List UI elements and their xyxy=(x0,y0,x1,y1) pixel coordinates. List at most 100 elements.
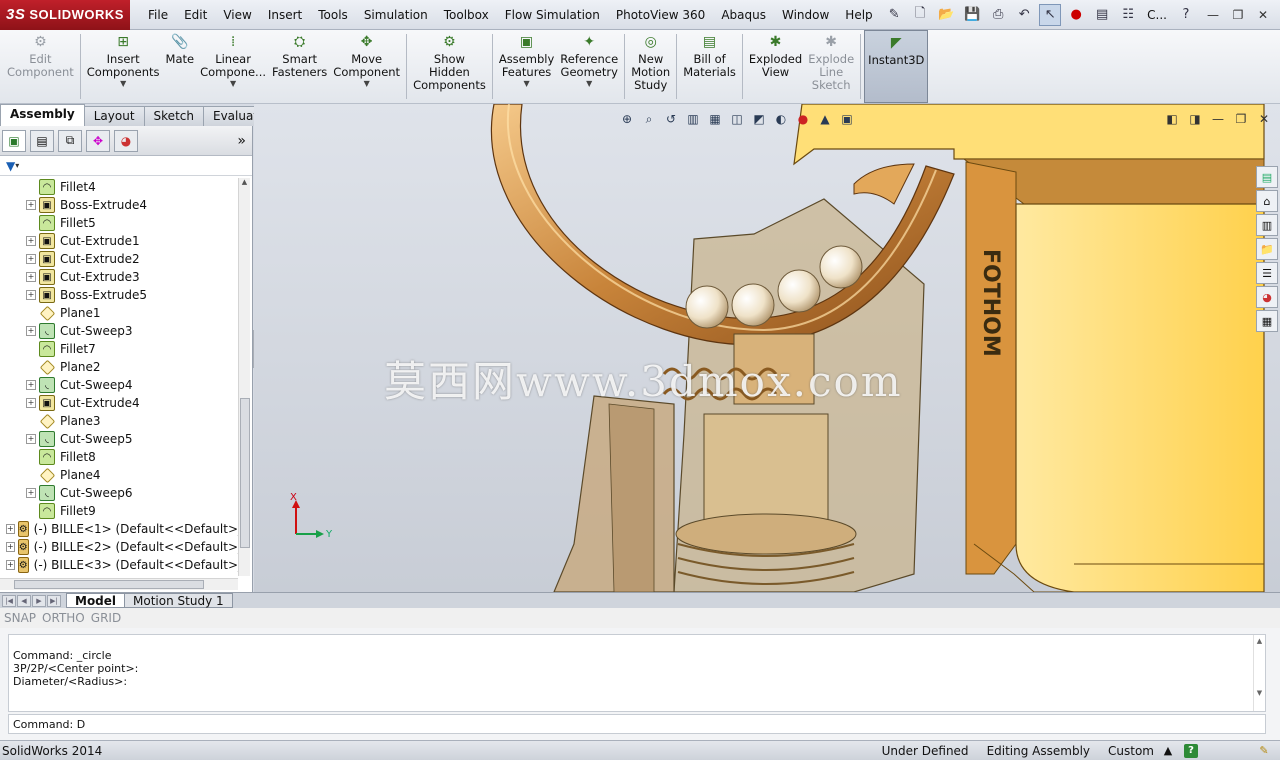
tab-assembly[interactable]: Assembly xyxy=(0,104,85,126)
menu-view[interactable]: View xyxy=(215,0,259,30)
expand-node-icon[interactable]: + xyxy=(26,398,36,408)
undo-icon[interactable]: ↶ xyxy=(1013,4,1035,26)
mate-button[interactable]: 📎 Mate xyxy=(163,30,198,103)
close-window-icon[interactable]: ✕ xyxy=(1252,6,1274,24)
help-icon[interactable]: ? xyxy=(1175,4,1197,26)
linear-pattern-button[interactable]: ⁞ Linear Compone... ▼ xyxy=(197,30,269,103)
menu-insert[interactable]: Insert xyxy=(260,0,310,30)
tree-item[interactable]: + ◟ Cut-Sweep4 xyxy=(0,376,238,394)
expand-node-icon[interactable]: + xyxy=(26,236,36,246)
restore-window-icon[interactable]: ❐ xyxy=(1227,6,1249,24)
tree-item[interactable]: + ▣ Boss-Extrude4 xyxy=(0,196,238,214)
tree-horizontal-scroll-thumb[interactable] xyxy=(14,580,204,589)
insert-components-button[interactable]: ⊞ Insert Components ▼ xyxy=(84,30,163,103)
expand-node-icon[interactable]: + xyxy=(26,326,36,336)
expand-node-icon[interactable]: + xyxy=(26,290,36,300)
zoom-to-fit-icon[interactable]: ⊕ xyxy=(616,110,638,128)
file-explorer-icon[interactable]: 📁 xyxy=(1256,238,1278,260)
expand-node-icon[interactable]: + xyxy=(6,560,15,570)
menu-edit[interactable]: Edit xyxy=(176,0,215,30)
tree-item[interactable]: Plane3 xyxy=(0,412,238,430)
view-palette-icon[interactable]: ☰ xyxy=(1256,262,1278,284)
reference-geometry-button[interactable]: ✦ Reference Geometry ▼ xyxy=(557,30,621,103)
command-history-scrollbar[interactable]: ▲ ▼ xyxy=(1253,635,1265,711)
expand-node-icon[interactable]: + xyxy=(26,254,36,264)
dropdown-arrow-icon[interactable]: ▼ xyxy=(523,79,529,88)
tree-item[interactable]: Plane2 xyxy=(0,358,238,376)
move-component-button[interactable]: ✥ Move Component ▼ xyxy=(330,30,403,103)
tree-vertical-scroll-thumb[interactable] xyxy=(240,398,250,548)
display-style-icon[interactable]: ◩ xyxy=(748,110,770,128)
dropdown-arrow-icon[interactable]: ▼ xyxy=(120,79,126,88)
tree-item[interactable]: +⚙ (-) BILLE<2> (Default<<Default>_Pho xyxy=(0,538,238,556)
bill-of-materials-button[interactable]: ▤ Bill of Materials xyxy=(680,30,739,103)
zoom-to-area-icon[interactable]: ⌕ xyxy=(638,110,660,128)
menu-help[interactable]: Help xyxy=(837,0,880,30)
assembly-features-button[interactable]: ▣ Assembly Features ▼ xyxy=(496,30,557,103)
tile-left-icon[interactable]: ◧ xyxy=(1162,110,1182,128)
command-input[interactable]: Command: D xyxy=(8,714,1266,734)
expand-node-icon[interactable]: + xyxy=(26,200,36,210)
solidworks-resources-icon[interactable]: ▤ xyxy=(1256,166,1278,188)
options-icon[interactable]: ☷ xyxy=(1117,4,1139,26)
tree-item[interactable]: + ▣ Cut-Extrude1 xyxy=(0,232,238,250)
expand-node-icon[interactable]: + xyxy=(26,488,36,498)
tree-item[interactable]: +⚙ (-) BILLE<3> (Default<<Default>_Pho xyxy=(0,556,238,574)
view-orientation-icon[interactable]: ◫ xyxy=(726,110,748,128)
menu-toolbox[interactable]: Toolbox xyxy=(436,0,497,30)
tree-item[interactable]: + ◟ Cut-Sweep6 xyxy=(0,484,238,502)
tile-right-icon[interactable]: ◨ xyxy=(1185,110,1205,128)
apply-scene-icon[interactable]: ▲ xyxy=(814,110,836,128)
graphics-area[interactable]: FOTHOM 莫西网www.3dmox.com X Y ⊕ ⌕ ↺ ▥ ▦ ◫ … xyxy=(254,104,1280,592)
smart-fasteners-button[interactable]: ⛭ Smart Fasteners xyxy=(269,30,330,103)
menu-simulation[interactable]: Simulation xyxy=(356,0,436,30)
expand-node-icon[interactable]: + xyxy=(6,542,15,552)
menu-abaqus[interactable]: Abaqus xyxy=(713,0,774,30)
scroll-up-arrow-icon[interactable]: ▲ xyxy=(239,178,250,186)
home-icon[interactable]: ⌂ xyxy=(1256,190,1278,212)
display-manager-tab-icon[interactable]: ◕ xyxy=(114,129,138,152)
toggle-ortho[interactable]: ORTHO xyxy=(42,611,85,625)
minimize-window-icon[interactable]: — xyxy=(1202,6,1224,24)
tab-sketch[interactable]: Sketch xyxy=(143,106,204,126)
tree-item[interactable]: ◠ Fillet5 xyxy=(0,214,238,232)
doc-close-icon[interactable]: ✕ xyxy=(1254,110,1274,128)
rebuild-traffic-light-icon[interactable]: ● xyxy=(1065,4,1087,26)
feature-manager-tab-icon[interactable]: ▣ xyxy=(2,129,26,152)
tree-item[interactable]: + ◟ Cut-Sweep5 xyxy=(0,430,238,448)
menu-flow-simulation[interactable]: Flow Simulation xyxy=(497,0,608,30)
prev-tab-arrow-icon[interactable]: ◀ xyxy=(17,594,31,607)
tree-item[interactable]: ◠ Fillet7 xyxy=(0,340,238,358)
tree-item[interactable]: ◠ Fillet4 xyxy=(0,178,238,196)
filter-icon[interactable]: ▼ xyxy=(6,159,15,173)
model-tab-motion-study-1[interactable]: Motion Study 1 xyxy=(124,593,233,608)
expand-node-icon[interactable]: + xyxy=(26,380,36,390)
first-tab-arrow-icon[interactable]: |◀ xyxy=(2,594,16,607)
model-tab-model[interactable]: Model xyxy=(66,593,126,608)
tree-item[interactable]: ◠ Fillet9 xyxy=(0,502,238,520)
quick-tips-help-icon[interactable]: ? xyxy=(1184,743,1198,758)
dropdown-arrow-icon[interactable]: ▼ xyxy=(230,79,236,88)
new-document-icon[interactable]: 🗋 xyxy=(909,4,931,26)
expand-node-icon[interactable]: + xyxy=(26,434,36,444)
toggle-snap[interactable]: SNAP xyxy=(4,611,36,625)
tree-item[interactable]: + ◟ Cut-Sweep3 xyxy=(0,322,238,340)
edit-appearance-icon[interactable]: ● xyxy=(792,110,814,128)
menu-photoview-360[interactable]: PhotoView 360 xyxy=(608,0,713,30)
tree-item[interactable]: + ▣ Cut-Extrude2 xyxy=(0,250,238,268)
dropdown-arrow-icon[interactable]: ▼ xyxy=(586,79,592,88)
property-manager-tab-icon[interactable]: ▤ xyxy=(30,129,54,152)
tree-item[interactable]: + ▣ Cut-Extrude3 xyxy=(0,268,238,286)
exploded-view-button[interactable]: ✱ Exploded View xyxy=(746,30,805,103)
last-tab-arrow-icon[interactable]: ▶| xyxy=(47,594,61,607)
tree-item[interactable]: + ▣ Boss-Extrude5 xyxy=(0,286,238,304)
menu-tools[interactable]: Tools xyxy=(310,0,356,30)
file-properties-icon[interactable]: ▤ xyxy=(1091,4,1113,26)
search-commands-text[interactable]: C... xyxy=(1147,8,1167,22)
hide-show-items-icon[interactable]: ◐ xyxy=(770,110,792,128)
expand-panel-chevron-icon[interactable]: » xyxy=(237,133,246,149)
rebuild-indicator-icon[interactable]: ✎ xyxy=(1256,743,1272,759)
pin-icon[interactable]: ✎ xyxy=(883,4,905,26)
design-library-icon[interactable]: ▥ xyxy=(1256,214,1278,236)
show-hidden-button[interactable]: ⚙ Show Hidden Components xyxy=(410,30,489,103)
